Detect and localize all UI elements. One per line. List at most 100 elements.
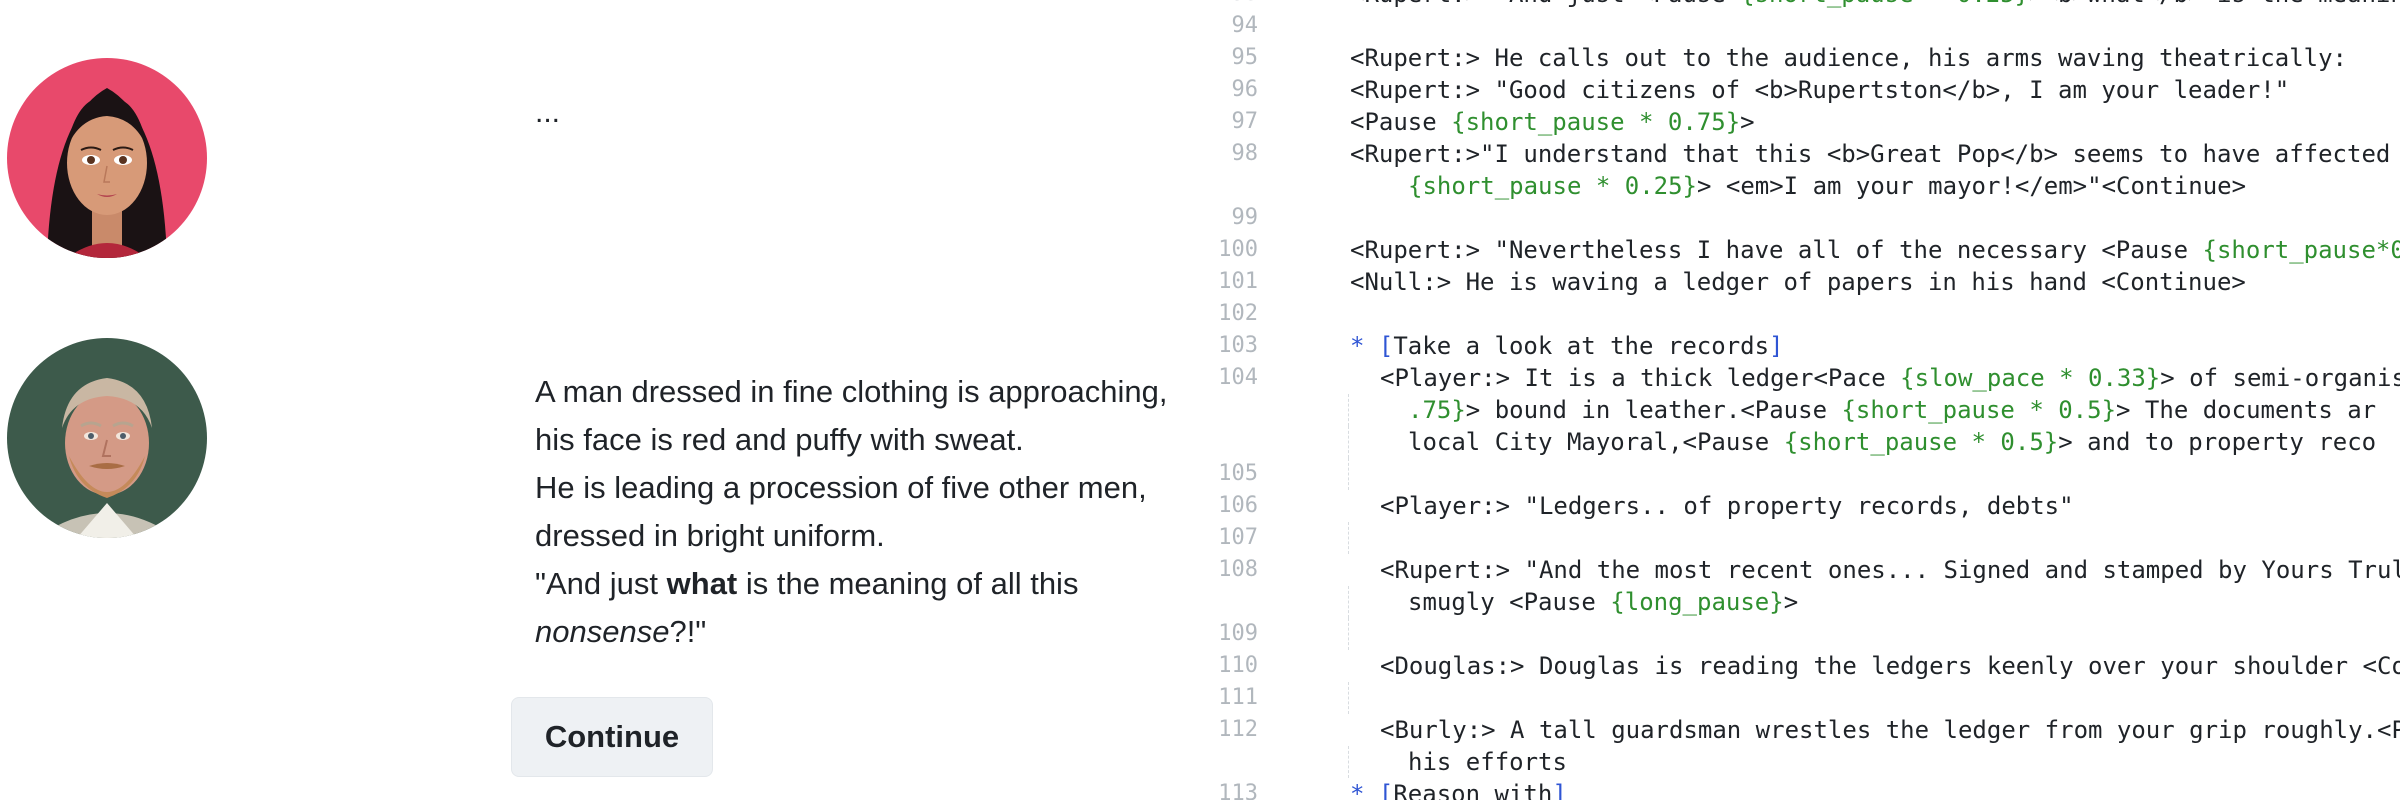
code-line[interactable]: 110 <Douglas:> Douglas is reading the led… bbox=[1200, 650, 2400, 682]
choice-bracket: ] bbox=[1769, 332, 1784, 360]
code-text: {short_pause * 0.25}> <em>I am your mayo… bbox=[1408, 170, 2246, 202]
code-text: <Player:> "Ledgers.. of property records… bbox=[1380, 490, 2074, 522]
code-token: > bbox=[1783, 588, 1799, 616]
code-token: > and to property reco bbox=[2058, 428, 2377, 456]
code-expression: {short_pause * 0.25} bbox=[1408, 172, 1697, 200]
code-text: <Rupert:> "Nevertheless I have all of th… bbox=[1350, 234, 2400, 266]
code-token: > bound in leather.<Pause bbox=[1465, 396, 1842, 424]
code-line[interactable]: his efforts bbox=[1200, 746, 2400, 778]
code-line[interactable]: 102 bbox=[1200, 298, 2400, 330]
code-line[interactable]: 101 <Null:> He is waving a ledger of pape… bbox=[1200, 266, 2400, 298]
code-text: local City Mayoral,<Pause {short_pause *… bbox=[1408, 426, 2376, 458]
continue-button[interactable]: Continue bbox=[511, 697, 713, 777]
code-line[interactable]: 104 <Player:> It is a thick ledger<Pace {… bbox=[1200, 362, 2400, 394]
indent-guide bbox=[1348, 394, 1350, 426]
indent-guide bbox=[1348, 746, 1350, 778]
code-token: <Player:> It is a thick ledger<Pace bbox=[1380, 364, 1901, 392]
code-line[interactable]: 98 <Rupert:>"I understand that this <b>Gr… bbox=[1200, 138, 2400, 170]
code-line[interactable]: 106 <Player:> "Ledgers.. of property reco… bbox=[1200, 490, 2400, 522]
code-expression: {short_pause * 0.75} bbox=[1451, 108, 1741, 136]
code-line[interactable]: 99 bbox=[1200, 202, 2400, 234]
code-token: <Burly:> A tall guardsman wrestles the l… bbox=[1380, 716, 2400, 744]
indent-guide bbox=[1348, 426, 1350, 458]
choice-bracket: ] bbox=[1552, 780, 1567, 800]
code-text: * [Reason with] bbox=[1350, 778, 1567, 800]
code-expression: {long_pause} bbox=[1610, 588, 1784, 616]
code-line[interactable]: smugly <Pause {long_pause}> bbox=[1200, 586, 2400, 618]
indent-guide bbox=[1348, 458, 1350, 490]
code-token: > bbox=[1740, 108, 1755, 136]
narration-text: A man dressed in fine clothing is approa… bbox=[535, 368, 1215, 656]
line-number: 112 bbox=[1218, 717, 1258, 742]
indent-guide bbox=[1348, 618, 1350, 650]
code-line[interactable]: 95 <Rupert:> He calls out to the audience… bbox=[1200, 42, 2400, 74]
line-number: 105 bbox=[1218, 461, 1258, 486]
code-expression: {short_pause*0 bbox=[2202, 236, 2400, 264]
code-lines: 93 <Rupert:> "And just <Pause {short_paus… bbox=[1200, 0, 2400, 800]
code-line[interactable]: 107 bbox=[1200, 522, 2400, 554]
code-token: <Douglas:> Douglas is reading the ledger… bbox=[1380, 652, 2400, 680]
line-number: 96 bbox=[1231, 77, 1259, 102]
code-line[interactable]: 94 bbox=[1200, 10, 2400, 42]
line-number: 113 bbox=[1218, 781, 1258, 800]
code-text: .75}> bound in leather.<Pause {short_pau… bbox=[1408, 394, 2376, 426]
code-token: <Rupert:> "Nevertheless I have all of th… bbox=[1350, 236, 2203, 264]
line-number: 97 bbox=[1231, 109, 1259, 134]
indent-guide bbox=[1348, 682, 1350, 714]
code-line[interactable]: 97 <Pause {short_pause * 0.75}> bbox=[1200, 106, 2400, 138]
code-line[interactable]: 108 <Rupert:> "And the most recent ones..… bbox=[1200, 554, 2400, 586]
code-expression: {short_pause * 0.5} bbox=[1841, 396, 2117, 424]
script-editor[interactable]: 93 <Rupert:> "And just <Pause {short_paus… bbox=[1200, 0, 2400, 800]
code-token: > of semi-organis bbox=[2160, 364, 2400, 392]
code-token: <Player:> "Ledgers.. of property records… bbox=[1380, 492, 2074, 520]
code-text: <Douglas:> Douglas is reading the ledger… bbox=[1380, 650, 2400, 682]
code-text: <Rupert:> "And the most recent ones... S… bbox=[1380, 554, 2400, 586]
code-line[interactable]: 100 <Rupert:> "Nevertheless I have all of… bbox=[1200, 234, 2400, 266]
code-line[interactable]: {short_pause * 0.25}> <em>I am your mayo… bbox=[1200, 170, 2400, 202]
character-avatar-woman bbox=[7, 58, 207, 258]
code-line[interactable]: 105 bbox=[1200, 458, 2400, 490]
line-number: 110 bbox=[1218, 653, 1258, 678]
emphasis-bold: what bbox=[666, 566, 738, 601]
code-line[interactable]: 103 * [Take a look at the records] bbox=[1200, 330, 2400, 362]
line-number: 102 bbox=[1218, 301, 1258, 326]
code-token: smugly <Pause bbox=[1408, 588, 1611, 616]
line-number: 104 bbox=[1218, 365, 1258, 390]
indent-guide bbox=[1348, 522, 1350, 554]
code-token: <Rupert:> "Good citizens of <b>Rupertsto… bbox=[1350, 76, 2290, 104]
code-text: <Rupert:>"I understand that this <b>Grea… bbox=[1350, 138, 2390, 170]
line-number: 93 bbox=[1200, 0, 1259, 10]
code-token: <Null:> He is waving a ledger of papers … bbox=[1350, 268, 2246, 296]
code-line[interactable]: 112 <Burly:> A tall guardsman wrestles th… bbox=[1200, 714, 2400, 746]
line-number: 94 bbox=[1231, 13, 1259, 38]
code-token: > The documents ar bbox=[2116, 396, 2377, 424]
code-text: <Rupert:> He calls out to the audience, … bbox=[1350, 42, 2347, 74]
line-number: 100 bbox=[1218, 237, 1258, 262]
line-number: 108 bbox=[1218, 557, 1258, 582]
code-line[interactable]: .75}> bound in leather.<Pause {short_pau… bbox=[1200, 394, 2400, 426]
code-line[interactable]: 93 <Rupert:> "And just <Pause {short_paus… bbox=[1200, 0, 2400, 10]
character-avatar-man bbox=[7, 338, 207, 538]
code-token: <Rupert:> "And the most recent ones... S… bbox=[1380, 556, 2400, 584]
code-text: <Player:> It is a thick ledger<Pace {slo… bbox=[1380, 362, 2400, 394]
code-token: his efforts bbox=[1408, 748, 1567, 776]
code-line[interactable]: 96 <Rupert:> "Good citizens of <b>Ruperts… bbox=[1200, 74, 2400, 106]
code-line[interactable]: 111 bbox=[1200, 682, 2400, 714]
code-token: <Rupert:>"I understand that this <b>Grea… bbox=[1350, 140, 2391, 168]
man-portrait-image bbox=[7, 338, 207, 538]
line-number: 106 bbox=[1218, 493, 1258, 518]
code-token: ><b>what</b> is the meanin bbox=[2029, 0, 2400, 8]
woman-portrait-image bbox=[7, 58, 207, 258]
code-line[interactable]: local City Mayoral,<Pause {short_pause *… bbox=[1200, 426, 2400, 458]
choice-bracket: * [ bbox=[1350, 780, 1394, 800]
code-token: > <em>I am your mayor!</em>"<Continue> bbox=[1696, 172, 2247, 200]
code-text: <Null:> He is waving a ledger of papers … bbox=[1350, 266, 2246, 298]
narration-line: A man dressed in fine clothing is approa… bbox=[535, 374, 1168, 457]
choice-bracket: * [ bbox=[1350, 332, 1394, 360]
code-text: smugly <Pause {long_pause}> bbox=[1408, 586, 1798, 618]
code-text: <Burly:> A tall guardsman wrestles the l… bbox=[1380, 714, 2400, 746]
code-text: his efforts bbox=[1408, 746, 1567, 778]
line-number: 111 bbox=[1218, 685, 1258, 710]
code-line[interactable]: 113 * [Reason with] bbox=[1200, 778, 2400, 800]
code-line[interactable]: 109 bbox=[1200, 618, 2400, 650]
